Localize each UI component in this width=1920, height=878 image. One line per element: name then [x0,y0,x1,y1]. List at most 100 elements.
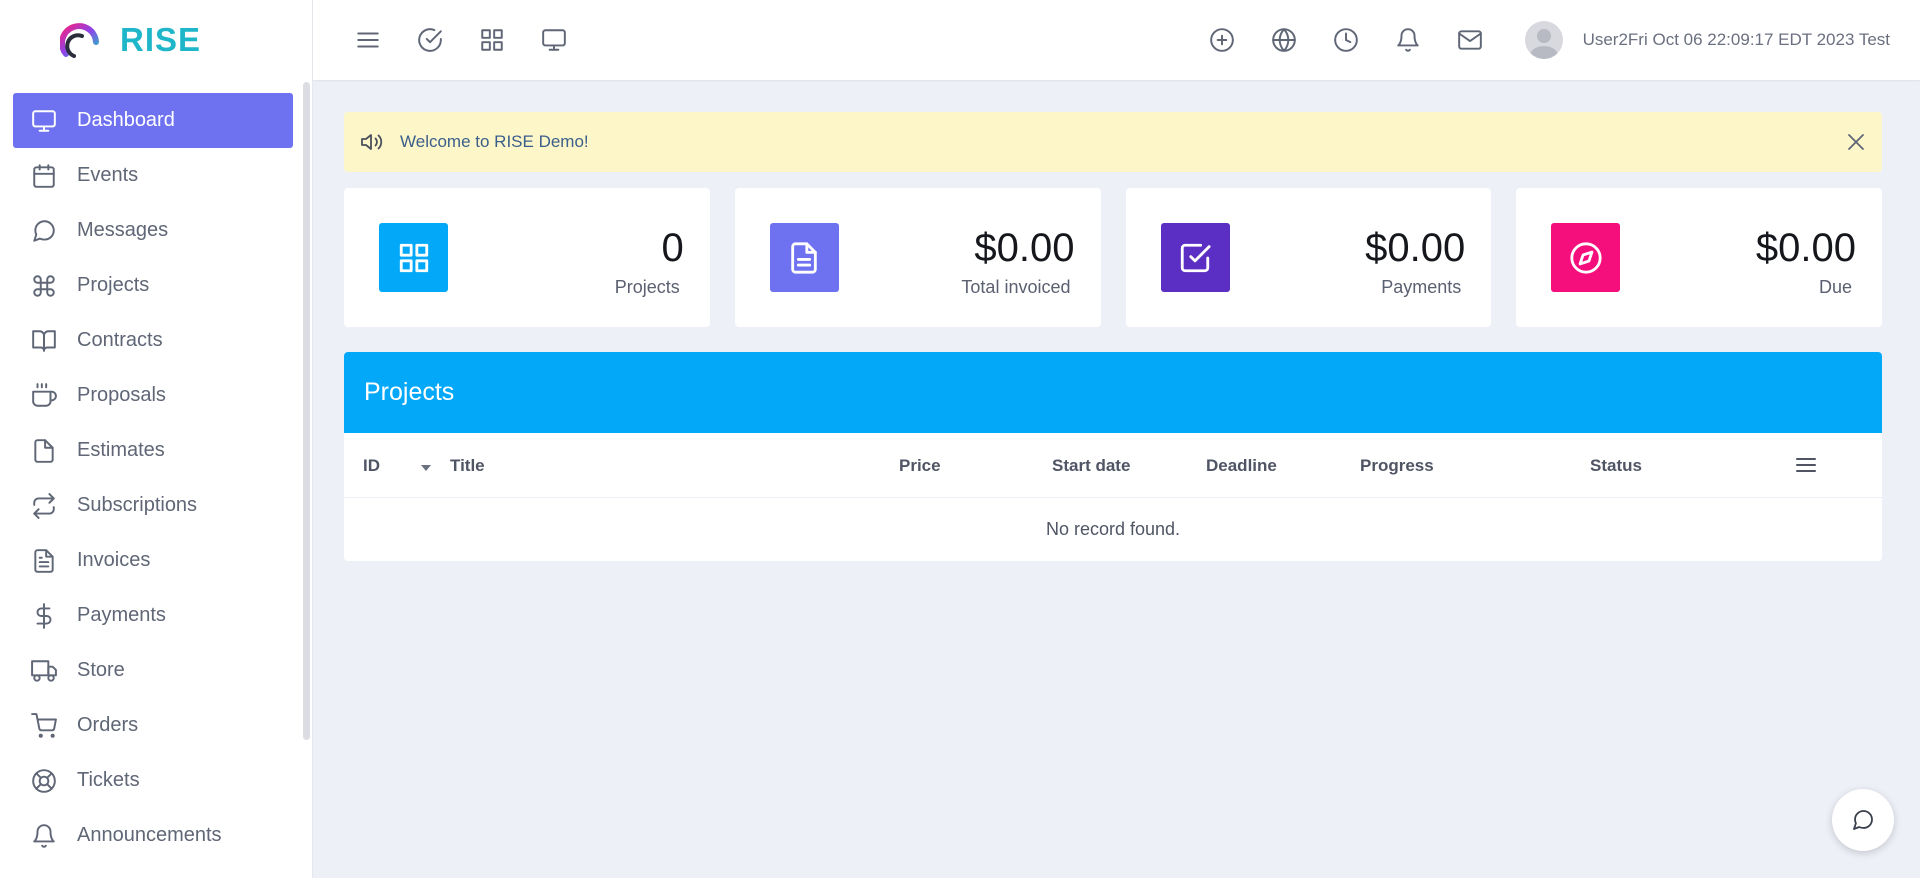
sidebar-item-label: Messages [77,219,169,241]
sidebar-item-contracts[interactable]: Contracts [13,313,293,368]
compass-icon [1570,241,1602,274]
empty-state-text: No record found. [1045,519,1181,539]
sidebar: RISE Dashboard Events Messages Projects [0,0,313,878]
monitor-icon [31,108,57,134]
messages-button[interactable] [1439,9,1501,71]
panel-title: Projects [344,352,1882,433]
column-header-id[interactable]: ID [363,456,380,476]
sidebar-scrollbar[interactable] [303,82,310,740]
column-header-deadline[interactable]: Deadline [1206,456,1277,476]
column-options-icon[interactable] [1794,453,1818,477]
card-value: $0.00 [1365,226,1466,270]
coffee-icon [31,382,57,409]
card-label: Total invoiced [961,277,1071,297]
check-circle-icon [418,28,442,52]
sidebar-toggle-button[interactable] [337,9,399,71]
calendar-icon [31,163,57,189]
mail-icon [1457,30,1482,50]
menu-icon [357,32,379,48]
tasks-button[interactable] [399,9,461,71]
sidebar-item-estimates[interactable]: Estimates [13,423,293,478]
file-text-icon [791,241,817,274]
timer-button[interactable] [1315,9,1377,71]
book-open-icon [31,328,57,354]
column-header-price[interactable]: Price [899,456,941,476]
bell-icon [31,823,57,849]
chat-button[interactable] [1832,789,1894,851]
repeat-icon [31,492,57,519]
sidebar-item-tickets[interactable]: Tickets [13,753,293,808]
truck-icon [31,658,57,684]
sidebar-item-messages[interactable]: Messages [13,203,293,258]
summary-cards: 0 Projects $0.00 Total invoiced $0.00 Pa… [344,188,1882,327]
monitor-icon [542,29,566,51]
sidebar-item-label: Dashboard [77,109,175,131]
main-content: Welcome to RISE Demo! 0 Projects $0.00 T… [344,112,1882,561]
card-icon [1551,223,1621,292]
alert-text: Welcome to RISE Demo! [400,132,589,151]
sidebar-item-label: Estimates [77,439,165,461]
user-menu-name[interactable]: User2Fri Oct 06 22:09:17 EDT 2023 Test [1583,30,1890,50]
sidebar-item-announcements[interactable]: Announcements [13,808,293,863]
apps-button[interactable] [461,9,523,71]
sidebar-item-label: Events [77,164,139,186]
brand[interactable]: RISE [0,0,312,80]
topbar: User2Fri Oct 06 22:09:17 EDT 2023 Test [313,0,1920,80]
column-header-start-date[interactable]: Start date [1052,456,1130,476]
grid-icon [399,243,428,272]
notifications-button[interactable] [1377,9,1439,71]
close-icon[interactable] [1844,130,1868,154]
topbar-left [337,9,585,71]
dashboard-button[interactable] [523,9,585,71]
projects-panel: Projects ID Title Price Start date Deadl… [344,352,1882,561]
card-value: 0 [661,226,684,270]
sidebar-item-payments[interactable]: Payments [13,588,293,643]
sidebar-item-subscriptions[interactable]: Subscriptions [13,478,293,533]
announcement-alert: Welcome to RISE Demo! [344,112,1882,172]
shopping-cart-icon [31,712,57,739]
file-text-icon [31,548,57,574]
volume-icon [361,134,383,150]
topbar-right: User2Fri Oct 06 22:09:17 EDT 2023 Test [1191,0,1890,80]
sidebar-item-label: Subscriptions [77,494,198,516]
sidebar-item-invoices[interactable]: Invoices [13,533,293,588]
card-due[interactable]: $0.00 Due [1516,188,1882,327]
sidebar-item-label: Invoices [77,549,151,571]
life-buoy-icon [31,768,57,794]
sidebar-item-dashboard[interactable]: Dashboard [13,93,293,148]
card-label: Projects [614,277,680,297]
column-header-title[interactable]: Title [450,456,485,476]
card-projects[interactable]: 0 Projects [344,188,710,327]
plus-circle-icon [1209,28,1234,52]
sidebar-item-proposals[interactable]: Proposals [13,368,293,423]
sidebar-item-label: Orders [77,714,139,736]
globe-icon [1271,28,1296,52]
column-header-progress[interactable]: Progress [1360,456,1434,476]
sidebar-item-label: Announcements [77,824,222,846]
card-icon [769,223,839,292]
sidebar-nav: Dashboard Events Messages Projects Contr… [13,93,293,863]
card-payments[interactable]: $0.00 Payments [1125,188,1492,327]
sidebar-item-orders[interactable]: Orders [13,698,293,753]
sidebar-item-label: Tickets [77,769,140,791]
column-header-status[interactable]: Status [1590,456,1642,476]
card-icon [379,223,448,292]
language-button[interactable] [1253,9,1315,71]
card-value: $0.00 [974,226,1075,270]
dollar-sign-icon [31,602,57,629]
avatar[interactable] [1524,21,1563,59]
command-icon [31,273,57,299]
check-square-icon [1180,243,1211,272]
card-total-invoiced[interactable]: $0.00 Total invoiced [734,188,1101,327]
sidebar-item-projects[interactable]: Projects [13,258,293,313]
card-icon [1160,223,1230,292]
sort-desc-icon[interactable] [421,465,431,471]
clock-icon [1333,28,1358,52]
card-label: Payments [1381,277,1462,297]
sidebar-item-label: Projects [77,274,150,296]
sidebar-item-store[interactable]: Store [13,643,293,698]
sidebar-item-events[interactable]: Events [13,148,293,203]
card-label: Due [1818,277,1852,297]
grid-icon [481,29,503,51]
quick-add-button[interactable] [1191,9,1253,71]
